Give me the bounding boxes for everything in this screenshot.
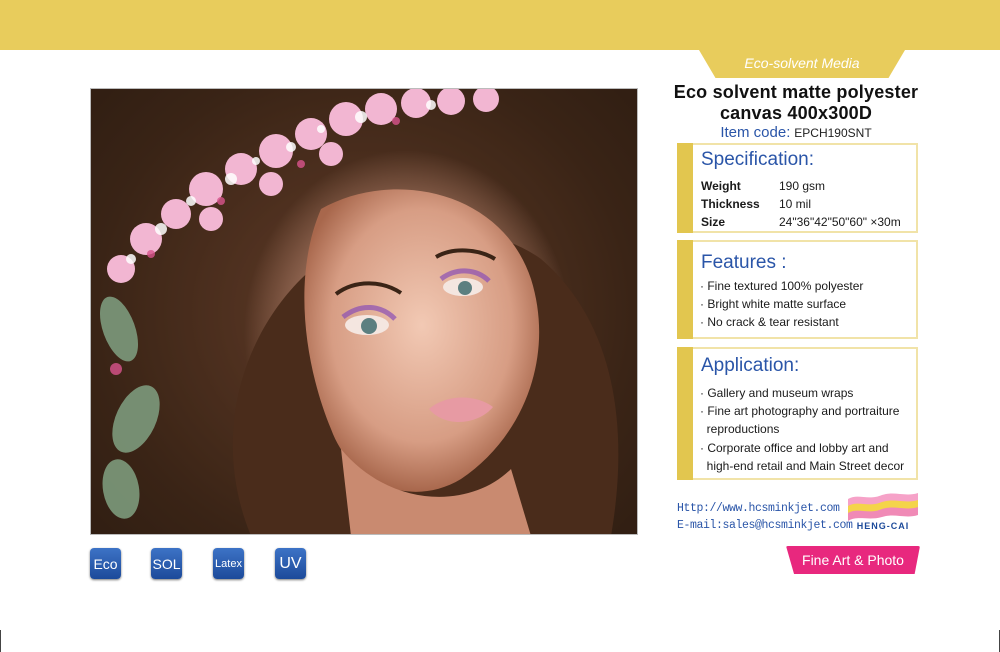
spec-label: Thickness: [701, 197, 760, 211]
website-link[interactable]: Http://www.hcsminkjet.com: [677, 500, 853, 517]
feature-item: · Bright white matte surface: [700, 297, 847, 311]
product-sample-photo: [90, 88, 638, 535]
box-accent-bar: [677, 240, 693, 339]
features-heading: Features :: [701, 252, 787, 273]
fine-art-photo-label: Fine Art & Photo: [802, 552, 904, 568]
spec-row-weight: Weight 190 gsm: [701, 179, 825, 193]
item-code: Item code: EPCH190SNT: [668, 124, 924, 141]
features-box: Features : · Fine textured 100% polyeste…: [677, 240, 918, 339]
product-title-line1: Eco solvent matte polyester: [673, 82, 919, 102]
portrait-illustration: [91, 89, 637, 534]
email-link[interactable]: E-mail:sales@hcsminkjet.com: [677, 517, 853, 534]
application-box: Application: · Gallery and museum wraps …: [677, 347, 918, 480]
product-title: Eco solvent matte polyester canvas 400x3…: [668, 82, 924, 124]
spec-value: 10 mil: [779, 197, 812, 211]
ink-compatibility-badges: Eco SOL Latex UV: [90, 548, 320, 580]
feature-item: · No crack & tear resistant: [700, 315, 839, 329]
spec-row-thickness: Thickness 10 mil: [701, 197, 811, 211]
top-yellow-band: [0, 0, 1000, 50]
application-line: · Corporate office and lobby art and: [700, 441, 889, 455]
application-heading: Application:: [701, 355, 800, 376]
eco-ink-badge: Eco: [90, 548, 121, 579]
latex-ink-badge: Latex: [213, 548, 244, 579]
application-line: · Fine art photography and portraiture: [700, 404, 900, 418]
item-code-value: EPCH190SNT: [794, 126, 872, 140]
box-accent-bar: [677, 347, 693, 480]
item-code-label: Item code:: [720, 124, 791, 141]
product-title-line2: canvas 400x300D: [719, 103, 873, 123]
contact-info: Http://www.hcsminkjet.com E-mail:sales@h…: [677, 500, 853, 534]
specification-heading: Specification:: [701, 149, 815, 170]
application-line: · Gallery and museum wraps: [700, 386, 854, 400]
application-line: reproductions: [700, 422, 780, 436]
fine-art-photo-button[interactable]: Fine Art & Photo: [786, 546, 920, 574]
spec-label: Weight: [701, 179, 741, 193]
category-tab: Eco-solvent Media: [699, 50, 905, 78]
feature-item: · Fine textured 100% polyester: [700, 279, 864, 293]
company-logo: HENG-CAI: [846, 489, 920, 531]
spec-row-size: Size 24"36"42"50"60" ×30m: [701, 215, 901, 229]
spec-value: 190 gsm: [779, 179, 826, 193]
spec-value: 24"36"42"50"60" ×30m: [779, 215, 901, 229]
category-tab-label: Eco-solvent Media: [744, 55, 860, 71]
logo-mark-icon: [848, 493, 918, 521]
spec-label: Size: [701, 215, 726, 229]
crop-mark: [0, 630, 1, 652]
logo-name: HENG-CAI: [856, 521, 910, 531]
uv-ink-badge: UV: [275, 548, 306, 579]
box-accent-bar: [677, 143, 693, 233]
solvent-ink-badge: SOL: [151, 548, 182, 579]
application-line: high-end retail and Main Street decor: [700, 459, 905, 473]
specification-box: Specification: Weight 190 gsm Thickness 10…: [677, 143, 918, 233]
